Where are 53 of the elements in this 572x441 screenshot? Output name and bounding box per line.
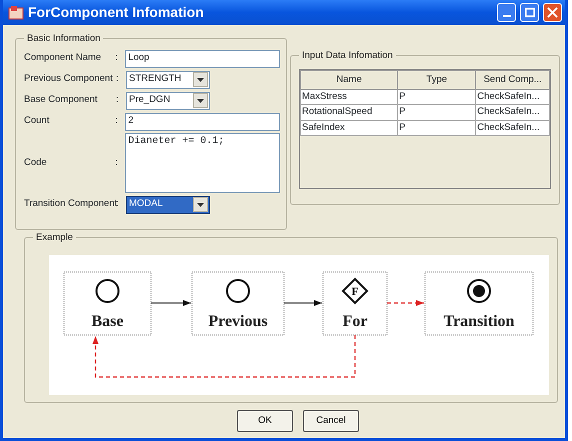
- field-label: Code: [24, 156, 48, 170]
- field-label: Base Component: [24, 93, 98, 108]
- node-label: Transition: [444, 313, 514, 330]
- circle-icon: [96, 279, 120, 303]
- colon: :: [115, 51, 119, 66]
- dropdown[interactable]: MODAL: [126, 196, 210, 214]
- column-header[interactable]: Send Comp...: [476, 70, 550, 90]
- diagram-node: [322, 272, 388, 336]
- table-cell: MaxStress: [300, 90, 398, 105]
- table-cell: P: [398, 120, 476, 136]
- colon: :: [115, 114, 119, 128]
- table-cell: RotationalSpeed: [300, 104, 398, 120]
- dashed-arrow: [387, 300, 424, 306]
- diamond-icon: [342, 278, 368, 304]
- minimize-button[interactable]: [497, 3, 516, 22]
- field-label: Transition Component: [24, 197, 116, 212]
- input-field[interactable]: 2: [125, 112, 280, 130]
- code-area[interactable]: Dianeter += 0.1;: [125, 133, 280, 193]
- diamond-letter: F: [352, 286, 358, 298]
- column-header[interactable]: Type: [398, 70, 476, 90]
- end-circle-icon: [467, 279, 491, 303]
- close-icon: [547, 7, 558, 18]
- colon: :: [115, 156, 119, 170]
- minimize-icon: [502, 15, 510, 17]
- circle-icon: [226, 279, 250, 303]
- arrow: [150, 300, 192, 306]
- field-label: Previous Component: [24, 72, 114, 86]
- window-title: ForComponent Infomation: [28, 3, 205, 22]
- close-button[interactable]: [543, 3, 562, 22]
- table-cell: CheckSafeIn...: [476, 104, 550, 120]
- dialog-button[interactable]: Cancel: [303, 410, 359, 432]
- table-cell: SafeIndex: [300, 120, 398, 136]
- column-header[interactable]: Name: [300, 70, 398, 90]
- colon: :: [116, 197, 120, 212]
- maximize-icon: [524, 7, 534, 18]
- table-cell: CheckSafeIn...: [476, 120, 550, 136]
- table-cell: P: [398, 104, 476, 120]
- colon: :: [116, 72, 120, 86]
- dropdown[interactable]: Pre_DGN: [126, 92, 210, 110]
- node-label: Previous: [208, 313, 268, 330]
- table-cell: CheckSafeIn...: [476, 90, 550, 105]
- table-cell: P: [398, 90, 476, 105]
- field-label: Count: [24, 114, 50, 128]
- dialog-button[interactable]: OK: [237, 410, 293, 432]
- node-label: For: [342, 313, 368, 330]
- arrow: [284, 300, 322, 306]
- dropdown[interactable]: STRENGTH: [126, 70, 210, 88]
- field-label: Component Name: [24, 51, 102, 66]
- app-icon: [8, 4, 24, 20]
- colon: :: [116, 93, 120, 108]
- maximize-button[interactable]: [520, 3, 539, 22]
- node-label: Base: [92, 313, 124, 330]
- input-field[interactable]: Loop: [125, 50, 280, 68]
